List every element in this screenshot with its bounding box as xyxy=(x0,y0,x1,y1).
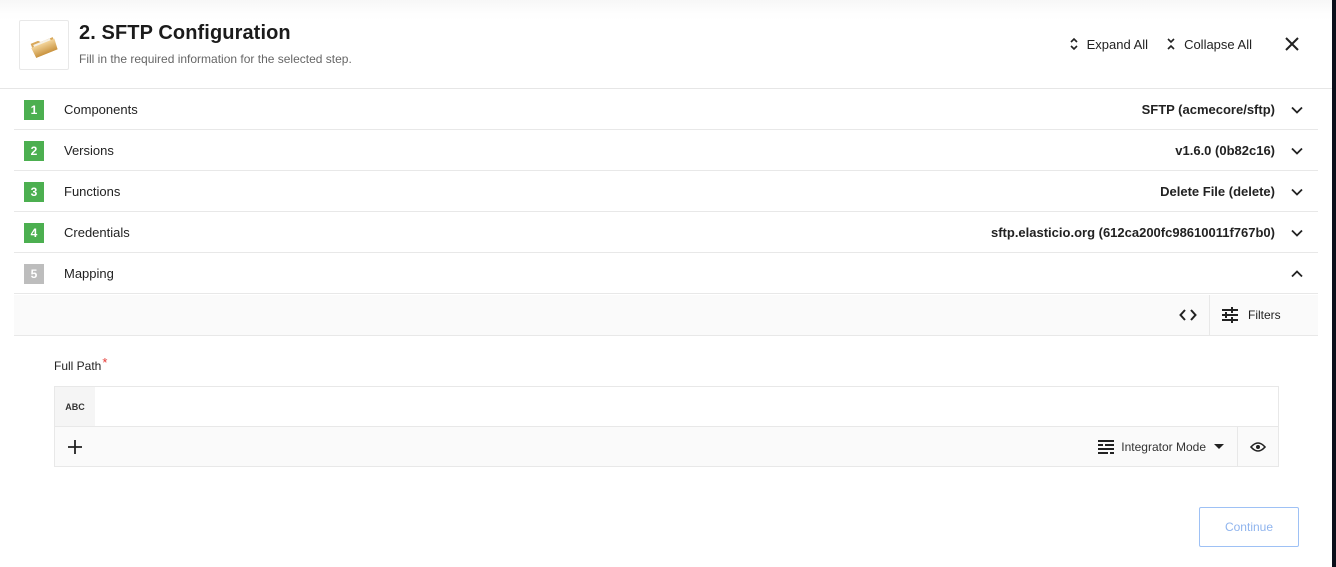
required-marker: * xyxy=(102,355,108,370)
full-path-label-text: Full Path xyxy=(54,359,102,373)
collapse-icon xyxy=(1167,38,1175,50)
code-view-button[interactable] xyxy=(1168,295,1208,335)
step-configuration-panel: 2. SFTP Configuration Fill in the requir… xyxy=(0,0,1332,567)
step-row-functions[interactable]: 3 Functions Delete File (delete) xyxy=(14,171,1318,212)
mode-dropdown[interactable]: Integrator Mode xyxy=(1098,427,1224,467)
step-value: sftp.elasticio.org (612ca200fc98610011f7… xyxy=(990,224,1275,240)
filters-button[interactable]: Filters xyxy=(1209,295,1318,335)
step-label: Components xyxy=(64,101,138,117)
step-label: Mapping xyxy=(64,265,114,281)
plus-icon xyxy=(68,440,82,454)
page-title: 2. SFTP Configuration xyxy=(79,22,291,44)
step-number-badge: 1 xyxy=(24,100,44,120)
eye-icon xyxy=(1250,442,1266,452)
full-path-input[interactable] xyxy=(95,387,1278,426)
step-number-badge: 3 xyxy=(24,182,44,202)
collapse-all-button[interactable]: Collapse All xyxy=(1166,37,1252,52)
chevron-down-icon[interactable] xyxy=(1290,185,1304,199)
full-path-label: Full Path* xyxy=(54,355,108,373)
step-label: Functions xyxy=(64,183,121,199)
continue-button[interactable]: Continue xyxy=(1199,507,1299,547)
step-label: Versions xyxy=(64,142,114,158)
full-path-field: ABC Integrator Mode xyxy=(54,386,1279,467)
chevron-down-icon[interactable] xyxy=(1290,144,1304,158)
step-value: SFTP (acmecore/sftp) xyxy=(1141,101,1275,117)
collapse-all-label: Collapse All xyxy=(1184,36,1252,52)
header-actions: Expand All Collapse All xyxy=(1069,34,1300,54)
add-variable-button[interactable] xyxy=(65,437,85,457)
chevron-down-icon[interactable] xyxy=(1290,103,1304,117)
expand-all-label: Expand All xyxy=(1086,36,1149,52)
field-toolbar: Integrator Mode xyxy=(55,426,1278,467)
close-icon xyxy=(1285,37,1299,51)
step-row-components[interactable]: 1 Components SFTP (acmecore/sftp) xyxy=(14,89,1318,130)
step-logo xyxy=(19,20,69,70)
step-row-credentials[interactable]: 4 Credentials sftp.elasticio.org (612ca2… xyxy=(14,212,1318,253)
string-type-badge: ABC xyxy=(55,387,95,426)
tune-icon xyxy=(1222,307,1238,323)
preview-button[interactable] xyxy=(1237,427,1278,467)
filters-label: Filters xyxy=(1248,308,1281,322)
close-button[interactable] xyxy=(1284,36,1300,52)
mode-icon xyxy=(1098,440,1115,454)
chevron-down-icon[interactable] xyxy=(1290,226,1304,240)
code-icon xyxy=(1179,309,1197,321)
step-row-mapping[interactable]: 5 Mapping xyxy=(14,253,1318,294)
step-value: v1.6.0 (0b82c16) xyxy=(1175,142,1275,158)
mode-label: Integrator Mode xyxy=(1121,440,1206,454)
mapping-toolbar: Filters xyxy=(14,295,1318,336)
expand-icon xyxy=(1070,37,1078,51)
step-number-badge: 4 xyxy=(24,223,44,243)
window-edge xyxy=(1332,0,1336,567)
step-label: Credentials xyxy=(64,224,130,240)
caret-down-icon xyxy=(1214,444,1224,449)
folder-icon xyxy=(30,37,58,58)
step-value: Delete File (delete) xyxy=(1160,183,1275,199)
step-list: 1 Components SFTP (acmecore/sftp) 2 Vers… xyxy=(14,89,1318,294)
page-subtitle: Fill in the required information for the… xyxy=(79,52,352,66)
chevron-up-icon[interactable] xyxy=(1290,267,1304,281)
step-number-badge: 2 xyxy=(24,141,44,161)
step-row-versions[interactable]: 2 Versions v1.6.0 (0b82c16) xyxy=(14,130,1318,171)
expand-all-button[interactable]: Expand All xyxy=(1069,37,1148,52)
step-number-badge: 5 xyxy=(24,264,44,284)
panel-header: 2. SFTP Configuration Fill in the requir… xyxy=(0,0,1332,89)
